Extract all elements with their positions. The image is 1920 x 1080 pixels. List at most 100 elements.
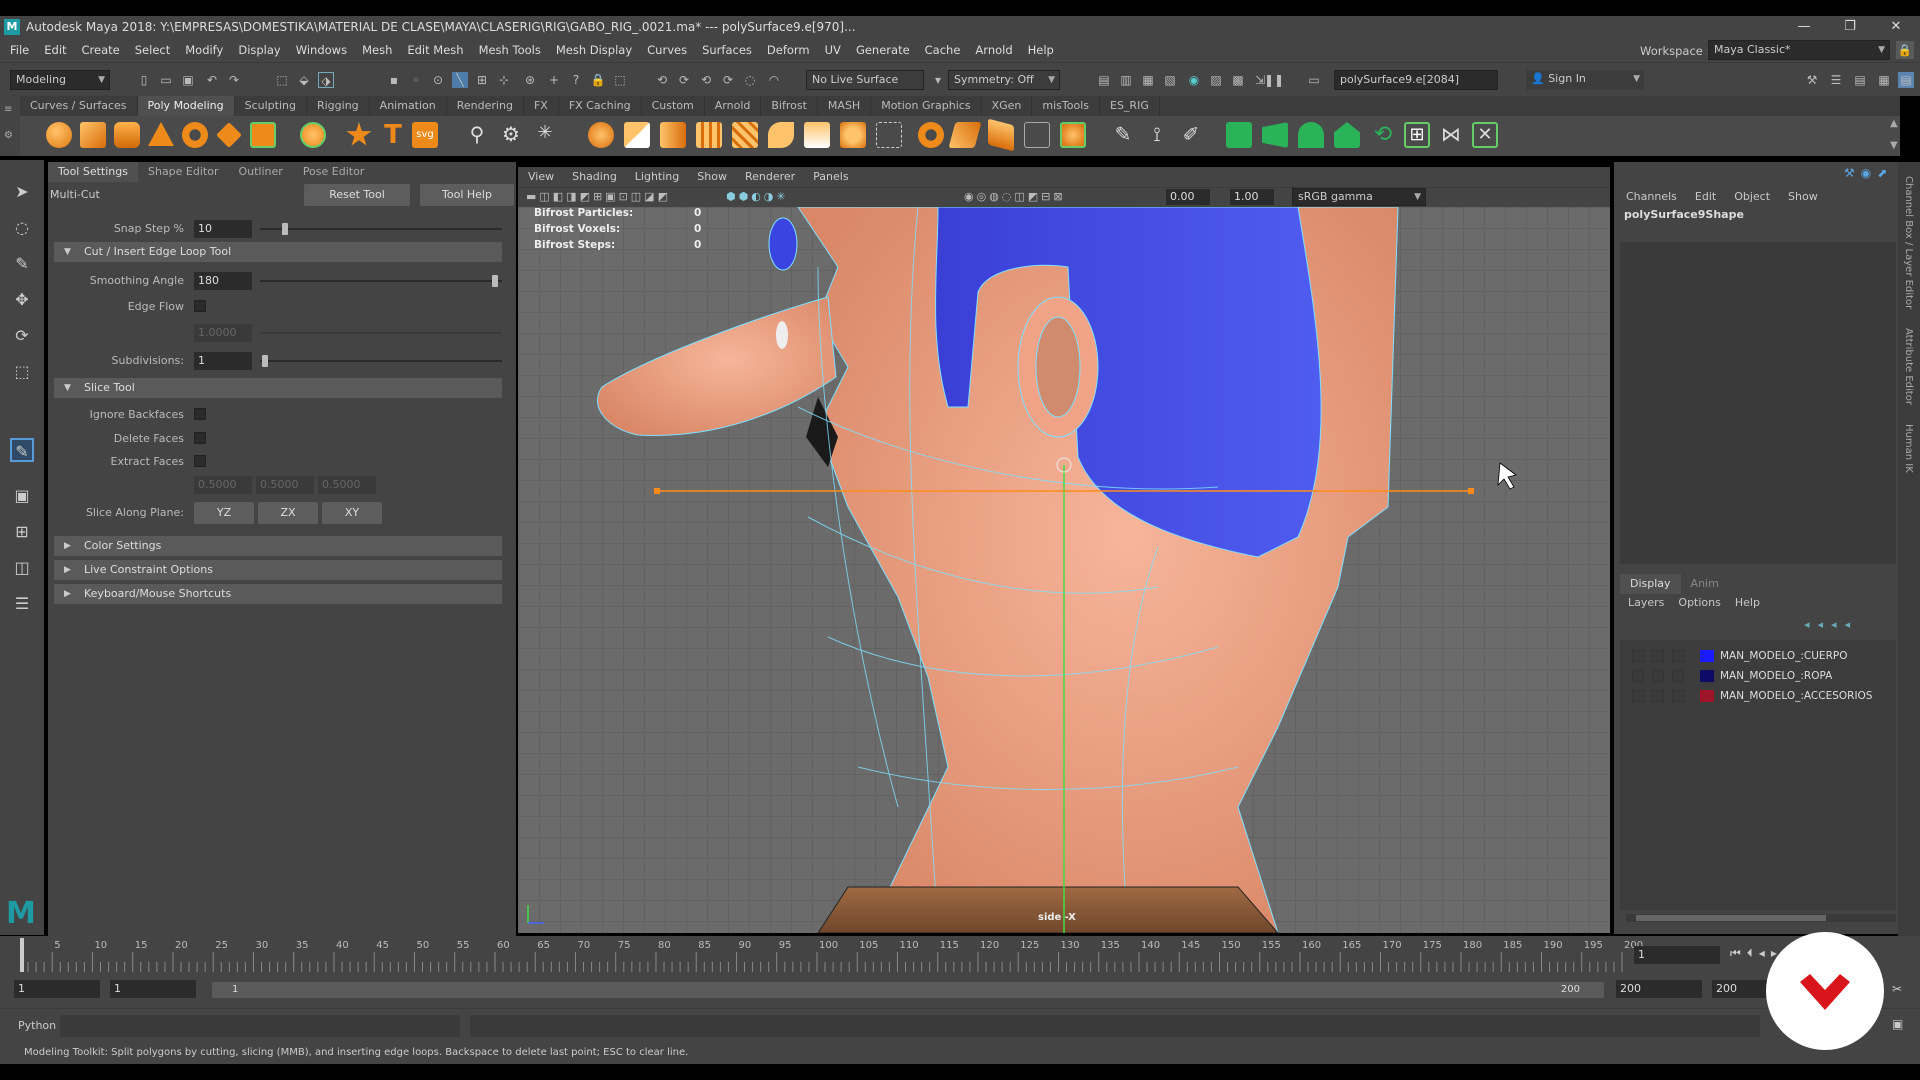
channel-menu-edit[interactable]: Edit <box>1695 190 1716 203</box>
menu-arnold[interactable]: Arnold <box>975 43 1012 57</box>
layer-color-swatch[interactable] <box>1700 690 1714 702</box>
soft-select-icon[interactable]: ◌ <box>742 72 758 88</box>
playback-toggle[interactable] <box>1652 670 1664 682</box>
reflection-icon[interactable]: ◠ <box>766 72 782 88</box>
rig-tool-5-icon[interactable]: ⟲ <box>1370 122 1396 148</box>
snap-grid-icon[interactable]: ⊛ <box>522 72 538 88</box>
slice-start-handle[interactable] <box>654 488 660 494</box>
viewport-menu-panels[interactable]: Panels <box>813 167 848 187</box>
snap-curve-icon[interactable]: + <box>546 72 562 88</box>
current-frame-field[interactable]: 1 <box>1634 946 1720 964</box>
shelf-tab-animation[interactable]: Animation <box>370 96 447 116</box>
channel-menu-channels[interactable]: Channels <box>1626 190 1677 203</box>
layer-menu-layers[interactable]: Layers <box>1628 596 1664 609</box>
smoothing-angle-knob[interactable] <box>492 275 498 287</box>
workspace-dropdown[interactable]: Maya Classic* ▼ <box>1708 40 1890 60</box>
command-language[interactable]: Python <box>18 1019 56 1032</box>
sign-in-button[interactable]: 👤 Sign In ▼ <box>1526 70 1644 90</box>
time-slider[interactable]: 5 10 15 20 25 30 35 40 45 50 55 60 65 70 75 80 85 90 95 100… <box>0 936 1920 974</box>
select-uv-icon[interactable]: ╲ <box>452 72 468 88</box>
scale-tool-icon[interactable]: ⬚ <box>10 360 34 384</box>
command-input[interactable] <box>60 1015 460 1037</box>
ignore-backfaces-checkbox[interactable] <box>194 408 206 420</box>
channel-list[interactable] <box>1620 242 1896 564</box>
section-slice-tool[interactable]: ▼ Slice Tool <box>54 378 502 398</box>
tab-pose-editor[interactable]: Pose Editor <box>293 162 375 182</box>
menu-mesh-display[interactable]: Mesh Display <box>556 43 632 57</box>
menu-generate[interactable]: Generate <box>856 43 910 57</box>
chevron-down-icon[interactable]: ▾ <box>930 72 946 88</box>
horizontal-scrollbar[interactable] <box>1626 914 1896 922</box>
combine-icon[interactable]: ⚲ <box>464 122 490 148</box>
subdivisions-knob[interactable] <box>262 355 268 367</box>
playback-end-field[interactable]: 200 <box>1616 980 1702 998</box>
rig-tool-3-icon[interactable] <box>1298 122 1324 148</box>
input-line-icon[interactable]: ▭ <box>1306 72 1322 88</box>
subdivisions-slider[interactable] <box>260 360 502 362</box>
shelf-tab-fx[interactable]: FX <box>524 96 559 116</box>
script-editor-icon[interactable]: ▣ <box>1892 1017 1903 1031</box>
shading-toggles-icon[interactable]: ⬢⬢◐◑✳ <box>726 190 789 203</box>
rig-tool-4-icon[interactable] <box>1334 122 1360 148</box>
rig-tool-2-icon[interactable] <box>1262 122 1288 148</box>
shelf-tab-custom[interactable]: Custom <box>642 96 705 116</box>
poly-torus-icon[interactable] <box>182 122 208 148</box>
layout-single-icon[interactable]: ▣ <box>10 484 34 508</box>
connect-icon[interactable]: ⟟ <box>1144 122 1170 148</box>
menu-select[interactable]: Select <box>135 43 170 57</box>
snap-view-icon[interactable]: ⬚ <box>612 72 628 88</box>
lasso-icon[interactable]: ⟳ <box>676 72 692 88</box>
layer-item-ropa[interactable]: MAN_MODELO_:ROPA <box>1632 666 1902 686</box>
menu-create[interactable]: Create <box>82 43 120 57</box>
quad-draw-icon[interactable]: ✐ <box>1178 122 1204 148</box>
section-live-constraint[interactable]: ▶ Live Constraint Options <box>54 560 502 580</box>
delete-faces-checkbox[interactable] <box>194 432 206 444</box>
side-tab-attribute-editor[interactable]: Attribute Editor <box>1903 328 1914 405</box>
side-tab-channel-box[interactable]: Channel Box / Layer Editor <box>1903 176 1914 309</box>
super-shape-icon[interactable] <box>300 122 326 148</box>
pause-icon[interactable]: ❚❚ <box>1264 72 1284 88</box>
colorspace-dropdown[interactable]: sRGB gamma ▼ <box>1292 188 1426 206</box>
multi-cut-tool-icon[interactable]: ✎ <box>10 438 34 462</box>
reset-tool-button[interactable]: Reset Tool <box>304 184 410 206</box>
layout-four-icon[interactable]: ⊞ <box>10 520 34 544</box>
slide-edge-icon[interactable] <box>988 118 1014 152</box>
bevel-icon[interactable] <box>660 122 686 148</box>
outliner-layout-icon[interactable]: ☰ <box>10 592 34 616</box>
layer-item-cuerpo[interactable]: MAN_MODELO_:CUERPO <box>1632 646 1902 666</box>
subdivisions-field[interactable]: 1 <box>194 352 252 370</box>
lasso-tool-icon[interactable]: ◌ <box>10 216 34 240</box>
snap-point-icon[interactable]: ? <box>568 72 584 88</box>
modeling-toolkit-icon[interactable]: ⚒ <box>1804 72 1820 88</box>
viewport-menu-show[interactable]: Show <box>697 167 727 187</box>
poly-cube-icon[interactable] <box>80 122 106 148</box>
camera-tools-icon[interactable]: ▬◫◧◨◩⊞▣⊡◫◪◩ <box>526 190 671 203</box>
layer-action-icons[interactable]: ◂◂◂◂ <box>1804 618 1858 631</box>
menu-icon[interactable]: ≡ <box>4 104 12 115</box>
ipr-render-icon[interactable]: ▦ <box>1140 72 1156 88</box>
channel-box-icons[interactable]: ⚒◉⬈ <box>1844 166 1893 180</box>
open-scene-icon[interactable]: ▭ <box>158 72 174 88</box>
menu-mesh-tools[interactable]: Mesh Tools <box>479 43 541 57</box>
menu-display[interactable]: Display <box>238 43 280 57</box>
shelf-tab-mistools[interactable]: misTools <box>1032 96 1100 116</box>
select-by-component-icon[interactable]: ⬗ <box>318 72 334 88</box>
side-tab-human-ik[interactable]: Human IK <box>1903 424 1914 473</box>
lock-icon[interactable]: 🔒 <box>590 72 606 88</box>
shelf-tab-bifrost[interactable]: Bifrost <box>761 96 818 116</box>
pick-mask-icon[interactable]: ⊹ <box>496 72 512 88</box>
channel-menu-object[interactable]: Object <box>1734 190 1770 203</box>
layer-menu-help[interactable]: Help <box>1735 596 1760 609</box>
tool-help-button[interactable]: Tool Help <box>420 184 514 206</box>
render-settings-icon[interactable]: ▧ <box>1162 72 1178 88</box>
section-color-settings[interactable]: ▶ Color Settings <box>54 536 502 556</box>
snap-step-slider[interactable] <box>260 228 502 230</box>
shelf-tab-arnold[interactable]: Arnold <box>705 96 762 116</box>
playback-toggle[interactable] <box>1652 690 1664 702</box>
move-tool-icon[interactable]: ✥ <box>10 288 34 312</box>
smoothing-angle-field[interactable]: 180 <box>194 272 252 290</box>
extrude-icon[interactable] <box>588 122 614 148</box>
gear-icon[interactable]: ⚙ <box>4 130 13 141</box>
hypershade-icon[interactable]: ◉ <box>1186 72 1202 88</box>
range-slider-bar[interactable]: 1 200 <box>212 982 1604 998</box>
